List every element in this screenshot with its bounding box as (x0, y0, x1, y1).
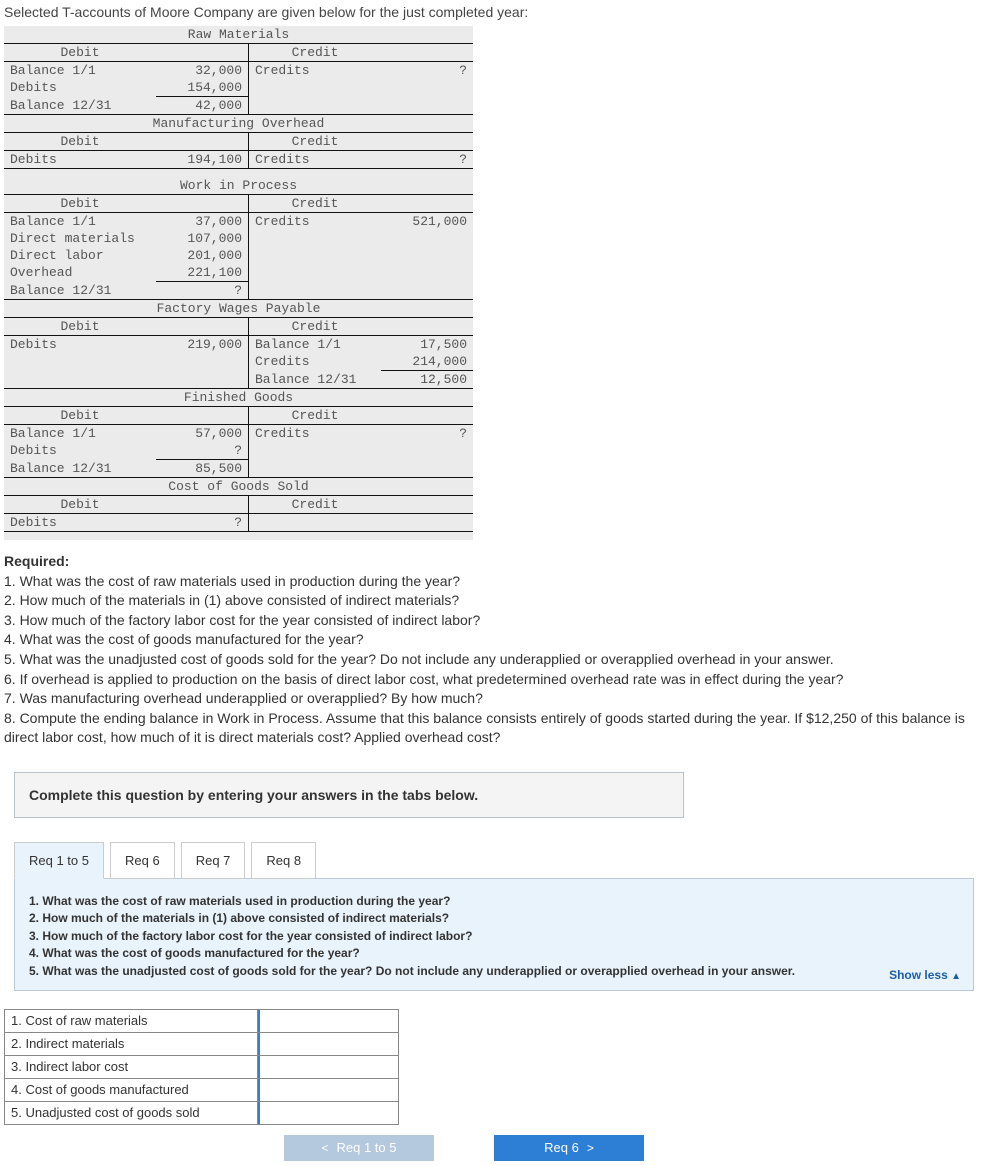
required-item: 7. Was manufacturing overhead underappli… (4, 689, 999, 709)
required-item: 3. How much of the factory labor cost fo… (4, 611, 999, 631)
answer-input[interactable] (258, 1056, 398, 1078)
tab-req-1-to-5[interactable]: Req 1 to 5 (14, 842, 104, 879)
answer-row-label: 3. Indirect labor cost (5, 1055, 258, 1078)
panel-questions: 1. What was the cost of raw materials us… (29, 893, 959, 980)
account-title: Factory Wages Payable (4, 300, 473, 318)
account-title: Manufacturing Overhead (4, 115, 473, 133)
tab-panel-req1to5: 1. What was the cost of raw materials us… (14, 878, 974, 991)
required-item: 2. How much of the materials in (1) abov… (4, 591, 999, 611)
answer-row-label: 2. Indirect materials (5, 1032, 258, 1055)
account-title: Raw Materials (4, 26, 473, 44)
required-label: Required: (4, 553, 69, 569)
account-title: Work in Process (4, 177, 473, 195)
prev-tab-button[interactable]: < Req 1 to 5 (284, 1135, 434, 1161)
required-item: 6. If overhead is applied to production … (4, 670, 999, 690)
tab-req-6[interactable]: Req 6 (110, 842, 175, 879)
answer-input[interactable] (258, 1079, 398, 1101)
intro-text: Selected T-accounts of Moore Company are… (4, 4, 999, 20)
account-title: Finished Goods (4, 389, 473, 407)
chevron-up-icon: ▲ (951, 971, 961, 982)
required-section: Required: 1. What was the cost of raw ma… (4, 552, 999, 748)
tab-req-8[interactable]: Req 8 (251, 842, 316, 879)
complete-question-box: Complete this question by entering your … (14, 772, 684, 818)
show-less-toggle[interactable]: Show less ▲ (889, 968, 961, 982)
answer-input[interactable] (258, 1033, 398, 1055)
chevron-left-icon: < (321, 1141, 328, 1155)
answer-row-label: 1. Cost of raw materials (5, 1009, 258, 1032)
required-item: 8. Compute the ending balance in Work in… (4, 709, 999, 748)
tab-req-7[interactable]: Req 7 (181, 842, 246, 879)
answer-input-table: 1. Cost of raw materials2. Indirect mate… (4, 1009, 399, 1125)
required-item: 1. What was the cost of raw materials us… (4, 572, 999, 592)
required-item: 4. What was the cost of goods manufactur… (4, 630, 999, 650)
answer-input[interactable] (258, 1102, 398, 1124)
t-accounts-block: Raw MaterialsDebitCreditBalance 1/132,00… (4, 26, 473, 540)
tabs-row: Req 1 to 5Req 6Req 7Req 8 (14, 842, 999, 879)
answer-row-label: 5. Unadjusted cost of goods sold (5, 1101, 258, 1124)
account-title: Cost of Goods Sold (4, 478, 473, 496)
required-item: 5. What was the unadjusted cost of goods… (4, 650, 999, 670)
answer-input[interactable] (258, 1010, 398, 1032)
chevron-right-icon: > (587, 1141, 594, 1155)
nav-buttons: < Req 1 to 5 Req 6 > (284, 1135, 999, 1161)
next-tab-button[interactable]: Req 6 > (494, 1135, 644, 1161)
answer-row-label: 4. Cost of goods manufactured (5, 1078, 258, 1101)
